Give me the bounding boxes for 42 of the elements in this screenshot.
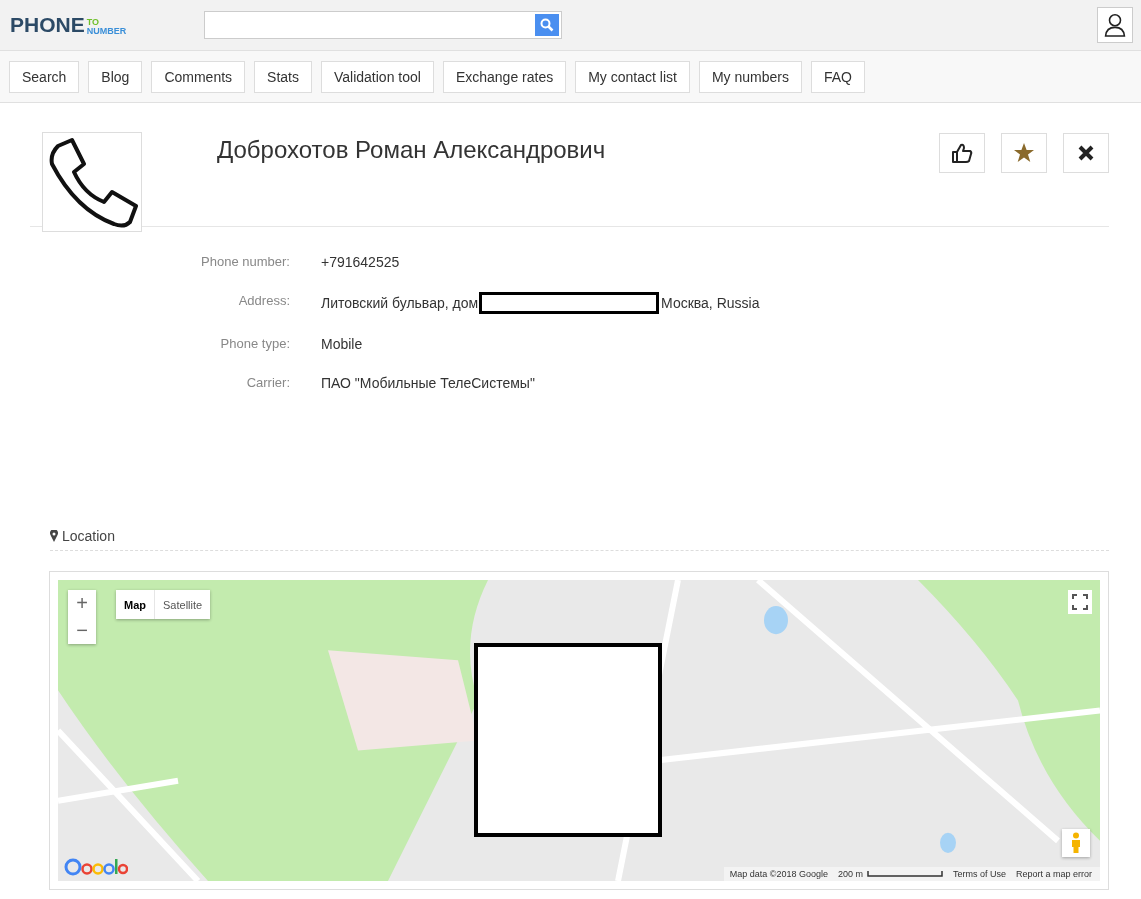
contact-name: Доброхотов Роман Александрович: [217, 136, 607, 164]
star-icon: [1013, 142, 1035, 164]
nav-button[interactable]: Comments: [151, 60, 246, 93]
search-field[interactable]: [204, 11, 562, 39]
thumbs-up-icon: [951, 142, 973, 164]
user-account-button[interactable]: [1097, 7, 1133, 43]
map-type-tab[interactable]: Satellite: [155, 590, 211, 619]
nav-button[interactable]: My numbers: [698, 60, 802, 93]
like-button[interactable]: [939, 133, 985, 173]
scale-label: 200 m: [837, 869, 863, 879]
field-value: ПАО "Мобильные ТелеСистемы": [321, 374, 535, 392]
nav-button[interactable]: Stats: [254, 60, 312, 93]
nav-button[interactable]: My contact list: [575, 60, 690, 93]
field-label: Phone number:: [200, 253, 290, 271]
nav-button[interactable]: Validation tool: [321, 60, 434, 93]
field-label: Phone type:: [219, 335, 290, 353]
favorite-button[interactable]: [1001, 133, 1047, 173]
map-type-tab[interactable]: Map: [116, 590, 155, 619]
fullscreen-icon: [1072, 594, 1088, 610]
search-icon: [540, 18, 554, 32]
map-attribution: Map data ©2018 Google: [729, 869, 828, 879]
map-pin-icon: [50, 530, 58, 542]
field-label: Address:: [237, 292, 290, 310]
person-icon: [1070, 832, 1082, 854]
section-title: Location: [62, 528, 115, 544]
zoom-in-button[interactable]: +: [68, 590, 96, 617]
nav-button[interactable]: Exchange rates: [442, 60, 567, 93]
remove-button[interactable]: [1063, 133, 1109, 173]
report-link[interactable]: Report a map error: [1015, 869, 1092, 879]
zoom-out-button[interactable]: −: [68, 617, 96, 644]
nav-button[interactable]: Blog: [88, 60, 143, 93]
terms-link[interactable]: Terms of Use: [952, 869, 1006, 879]
fullscreen-button[interactable]: [1068, 590, 1092, 614]
field-value: +791642525: [321, 253, 400, 271]
nav-button[interactable]: FAQ: [810, 60, 865, 93]
field-value: Литовский бульвар, дом: [321, 294, 479, 312]
close-icon: [1077, 144, 1095, 162]
search-button[interactable]: [535, 14, 559, 36]
nav-button[interactable]: Search: [9, 60, 80, 93]
field-label: Carrier:: [245, 374, 290, 392]
field-value: Москва, Russia: [661, 294, 760, 312]
field-value: Mobile: [321, 335, 363, 353]
